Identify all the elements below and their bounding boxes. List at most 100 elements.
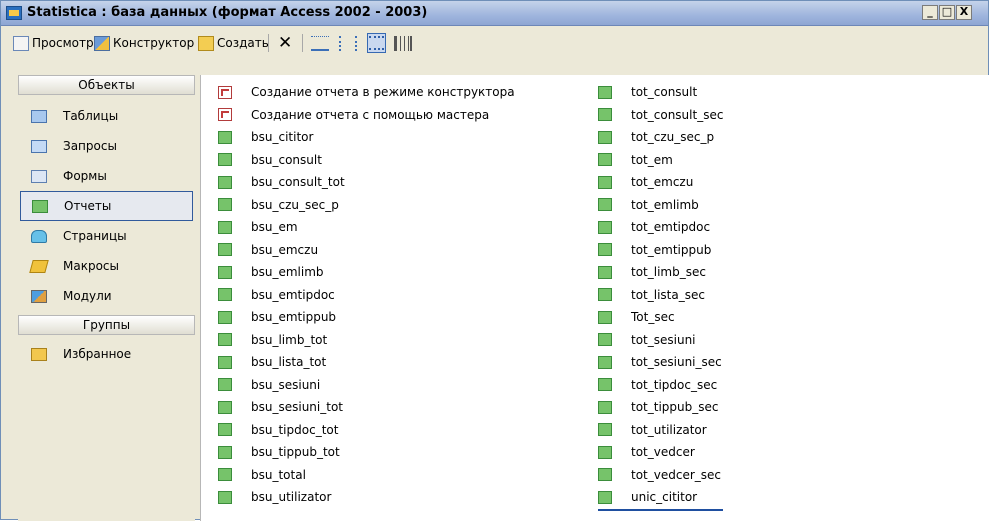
table-icon	[31, 109, 47, 123]
sidebar-item-reports[interactable]: Отчеты	[20, 191, 193, 221]
groups-header[interactable]: Группы	[18, 315, 195, 335]
list-item[interactable]: tot_consult_sec	[598, 104, 723, 127]
minimize-button[interactable]: _	[922, 5, 938, 20]
list-item[interactable]: bsu_emczu	[218, 239, 515, 262]
list-item[interactable]: bsu_em	[218, 216, 515, 239]
list-item[interactable]: Создание отчета с помощью мастера	[218, 104, 515, 127]
sidebar-item-modules[interactable]: Модули	[18, 281, 195, 311]
reports-column-2: tot_consult tot_consult_sec tot_czu_sec_…	[598, 81, 724, 511]
sidebar-item-label: Таблицы	[63, 109, 119, 123]
title-bar[interactable]: Statistica : база данных (формат Access …	[1, 1, 988, 26]
favorites-folder-icon	[31, 347, 47, 361]
list-item[interactable]: bsu_sesiuni	[218, 374, 515, 397]
list-item[interactable]: tot_tippub_sec	[598, 396, 723, 419]
toolbar-separator	[268, 34, 269, 52]
report-icon	[218, 445, 232, 459]
list-item-label: tot_sesiuni	[631, 332, 696, 347]
objects-header[interactable]: Объекты	[18, 75, 195, 95]
sidebar-item-tables[interactable]: Таблицы	[18, 101, 195, 131]
list-item-label: bsu_tippub_tot	[251, 445, 340, 460]
list-item[interactable]: Создание отчета в режиме конструктора	[218, 81, 515, 104]
report-icon	[598, 175, 612, 189]
sidebar-item-forms[interactable]: Формы	[18, 161, 195, 191]
list-item[interactable]: tot_vedcer_sec	[598, 464, 723, 487]
list-item-label: tot_emtippub	[631, 242, 712, 257]
report-icon	[218, 310, 232, 324]
design-label: Конструктор	[113, 36, 195, 50]
list-item[interactable]: bsu_limb_tot	[218, 329, 515, 352]
preview-icon	[13, 35, 29, 51]
small-icons-icon	[339, 35, 357, 51]
report-icon	[218, 288, 232, 302]
list-item-label: bsu_emlimb	[251, 265, 324, 280]
list-item-label: bsu_emtipdoc	[251, 287, 335, 302]
list-item[interactable]: bsu_consult_tot	[218, 171, 515, 194]
list-item[interactable]: tot_vedcer	[598, 441, 723, 464]
report-icon	[218, 130, 232, 144]
report-icon	[218, 243, 232, 257]
list-item[interactable]: tot_emtippub	[598, 239, 723, 262]
reports-list: Создание отчета в режиме конструктора Со…	[200, 75, 989, 521]
close-button[interactable]: X	[956, 5, 972, 20]
list-item[interactable]: tot_utilizator	[598, 419, 723, 442]
report-icon	[218, 153, 232, 167]
reports-column-1: Создание отчета в режиме конструктора Со…	[218, 81, 515, 509]
list-item[interactable]: bsu_emlimb	[218, 261, 515, 284]
report-icon	[598, 310, 612, 324]
list-view-button[interactable]	[367, 33, 386, 53]
list-item-label: tot_tipdoc_sec	[631, 377, 718, 392]
wizard-icon	[218, 85, 232, 99]
sidebar-item-pages[interactable]: Страницы	[18, 221, 195, 251]
list-item[interactable]: bsu_tippub_tot	[218, 441, 515, 464]
view-button[interactable]: Просмотр	[13, 34, 94, 52]
list-item[interactable]: bsu_sesiuni_tot	[218, 396, 515, 419]
report-icon	[598, 153, 612, 167]
report-icon	[218, 220, 232, 234]
list-item[interactable]: tot_sesiuni	[598, 329, 723, 352]
list-item[interactable]: bsu_emtipdoc	[218, 284, 515, 307]
list-item[interactable]: bsu_lista_tot	[218, 351, 515, 374]
list-item[interactable]: tot_limb_sec	[598, 261, 723, 284]
list-item[interactable]: bsu_emtippub	[218, 306, 515, 329]
create-button[interactable]: Создать	[198, 34, 269, 52]
list-item-label: tot_emczu	[631, 175, 694, 190]
list-item[interactable]: tot_sesiuni_sec	[598, 351, 723, 374]
delete-button[interactable]: ✕	[278, 33, 292, 53]
list-item[interactable]: tot_em	[598, 149, 723, 172]
report-icon	[598, 355, 612, 369]
list-item-selected[interactable]: unic_cititor	[598, 486, 724, 511]
new-icon	[198, 35, 214, 51]
list-item[interactable]: tot_emlimb	[598, 194, 723, 217]
list-item[interactable]: tot_czu_sec_p	[598, 126, 723, 149]
design-button[interactable]: Конструктор	[94, 34, 194, 52]
list-item[interactable]: tot_emtipdoc	[598, 216, 723, 239]
report-icon	[598, 243, 612, 257]
list-item[interactable]: bsu_total	[218, 464, 515, 487]
report-icon	[598, 490, 612, 504]
list-item[interactable]: bsu_cititor	[218, 126, 515, 149]
details-view-button[interactable]	[394, 34, 415, 52]
list-item[interactable]: Tot_sec	[598, 306, 723, 329]
large-icons-button[interactable]	[311, 34, 332, 52]
list-item-label: tot_lista_sec	[631, 287, 705, 302]
list-item[interactable]: tot_emczu	[598, 171, 723, 194]
report-icon	[598, 378, 612, 392]
list-item-label: bsu_cititor	[251, 130, 314, 145]
sidebar-item-label: Страницы	[63, 229, 127, 243]
list-item[interactable]: bsu_consult	[218, 149, 515, 172]
list-item-label: tot_sesiuni_sec	[631, 355, 722, 370]
small-icons-button[interactable]	[339, 34, 360, 52]
sidebar-item-macros[interactable]: Макросы	[18, 251, 195, 281]
sidebar-item-favorites[interactable]: Избранное	[18, 339, 195, 369]
sidebar-item-queries[interactable]: Запросы	[18, 131, 195, 161]
create-label: Создать	[217, 36, 269, 50]
report-icon	[598, 468, 612, 482]
list-item[interactable]: bsu_czu_sec_p	[218, 194, 515, 217]
list-item[interactable]: tot_lista_sec	[598, 284, 723, 307]
list-item[interactable]: bsu_utilizator	[218, 486, 515, 509]
list-item[interactable]: tot_tipdoc_sec	[598, 374, 723, 397]
report-icon	[598, 220, 612, 234]
maximize-button[interactable]: □	[939, 5, 955, 20]
list-item[interactable]: tot_consult	[598, 81, 723, 104]
list-item[interactable]: bsu_tipdoc_tot	[218, 419, 515, 442]
